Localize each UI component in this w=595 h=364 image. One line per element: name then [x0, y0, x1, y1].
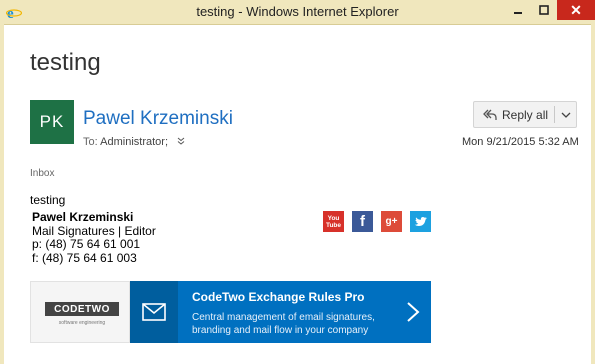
signature-fax: f: (48) 75 64 61 003 — [32, 250, 137, 265]
signature-role: Mail Signatures | Editor — [32, 223, 156, 238]
reply-separator — [554, 106, 555, 123]
signature-block: Pawel Krzeminski Mail Signatures | Edito… — [32, 210, 156, 265]
window-titlebar: e testing - Windows Internet Explorer ✕ — [0, 0, 595, 25]
chevron-down-icon[interactable] — [557, 105, 575, 125]
envelope-icon — [130, 281, 178, 343]
window-frame-left — [0, 24, 4, 364]
message-body-text: testing — [30, 193, 66, 207]
signature-name: Pawel Krzeminski — [32, 210, 134, 224]
sender-avatar: PK — [30, 100, 74, 144]
close-button[interactable]: ✕ — [557, 0, 595, 20]
recipient-line: To: Administrator; — [83, 136, 185, 148]
google-plus-icon[interactable]: g+ — [381, 211, 402, 232]
reply-all-button[interactable]: Reply all — [473, 101, 577, 128]
message-subject: testing — [30, 49, 101, 76]
codetwo-logo-panel: CODETWO software engineering — [30, 281, 130, 343]
promo-banner[interactable]: CODETWO software engineering CodeTwo Exc… — [30, 281, 431, 343]
youtube-icon[interactable]: You Tube — [323, 211, 344, 232]
reply-all-icon — [478, 102, 502, 127]
window-frame-right — [591, 24, 595, 364]
folder-label: Inbox — [30, 168, 55, 179]
codetwo-tagline: software engineering — [58, 320, 106, 326]
chevron-down-icon[interactable] — [177, 137, 185, 148]
banner-description: Central management of email signatures, … — [192, 312, 375, 336]
signature-phone: p: (48) 75 64 61 001 — [32, 237, 141, 251]
maximize-button[interactable] — [531, 0, 557, 20]
codetwo-logo: CODETWO — [45, 302, 119, 316]
sender-name[interactable]: Pawel Krzeminski — [83, 108, 233, 130]
banner-title: CodeTwo Exchange Rules Pro — [192, 290, 365, 304]
chevron-right-icon[interactable] — [406, 301, 420, 328]
reply-all-label: Reply all — [502, 107, 549, 122]
to-label: To: — [83, 136, 98, 148]
facebook-icon[interactable]: f — [352, 211, 373, 232]
minimize-button[interactable] — [505, 0, 531, 20]
twitter-icon[interactable] — [410, 211, 431, 232]
banner-content: CodeTwo Exchange Rules Pro Central manag… — [178, 281, 431, 343]
recipient-name[interactable]: Administrator; — [100, 136, 168, 148]
message-date: Mon 9/21/2015 5:32 AM — [462, 136, 579, 148]
